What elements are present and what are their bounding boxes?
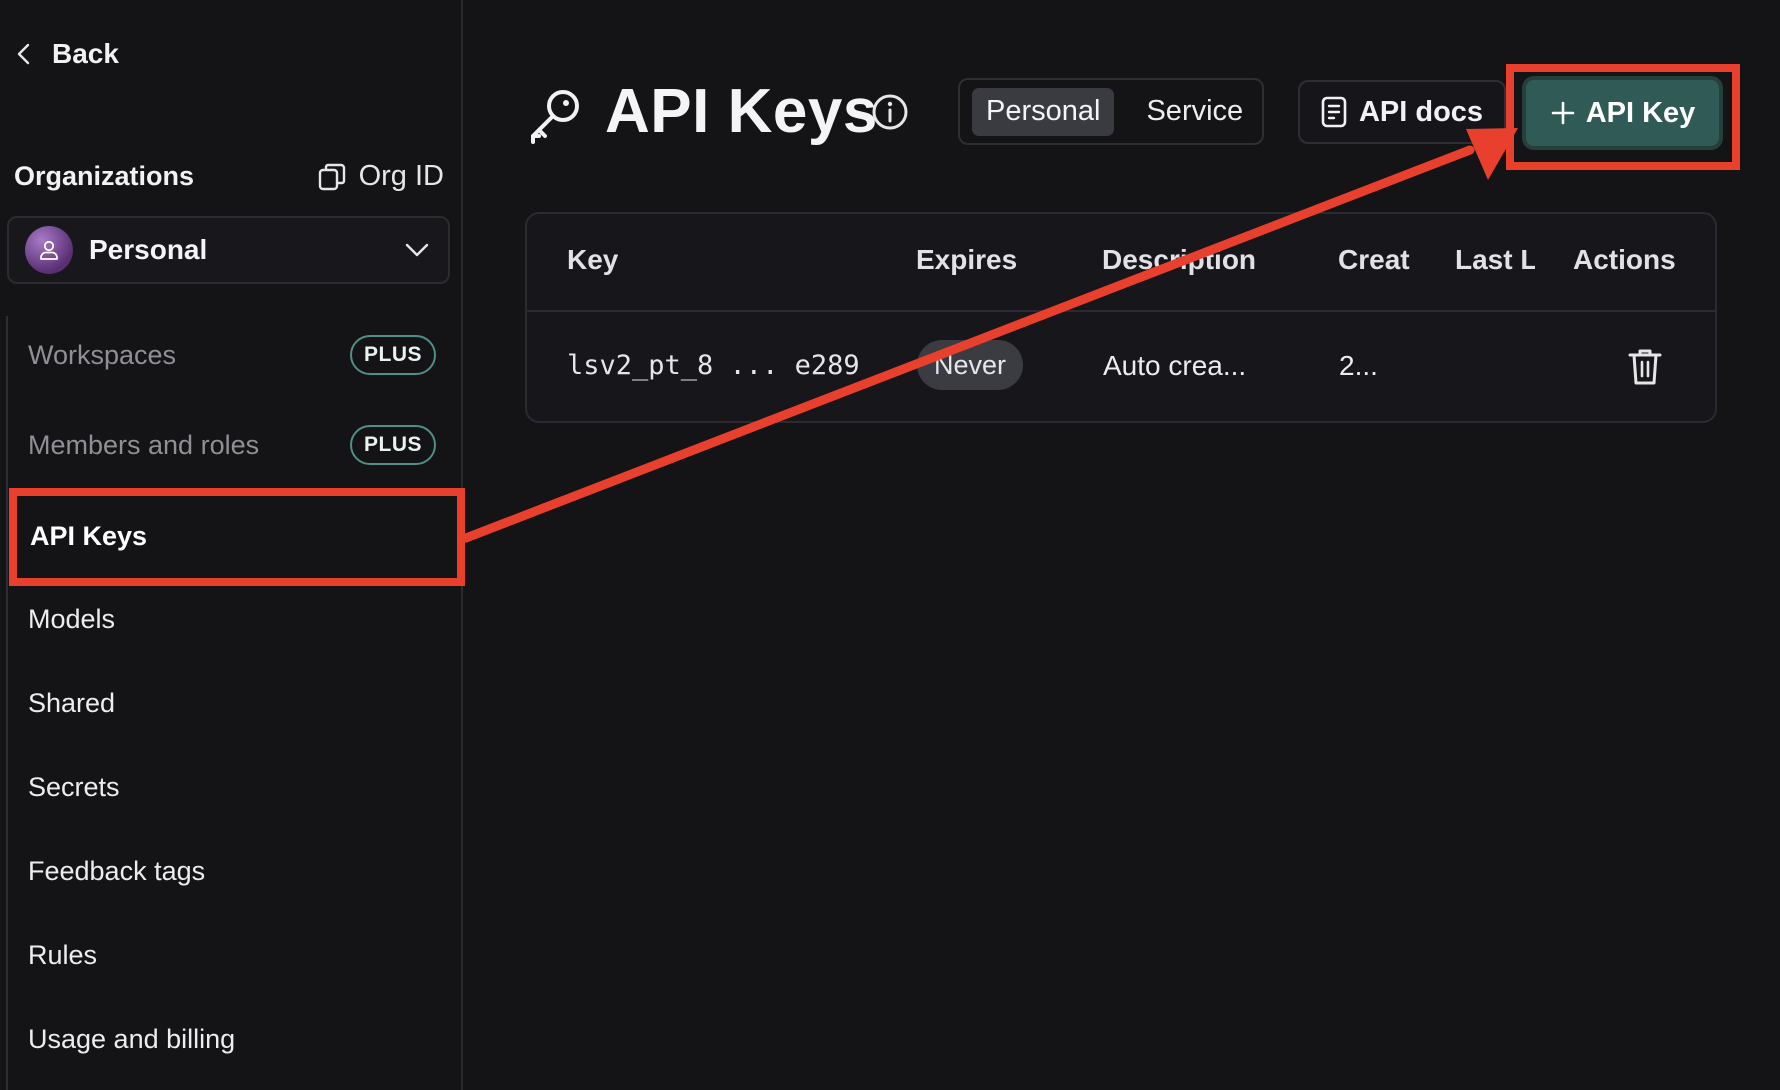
description-cell: Auto crea... bbox=[1103, 350, 1247, 381]
sidebar-item-members-and-roles[interactable]: Members and roles PLUS bbox=[8, 410, 448, 480]
org-id-label: Org ID bbox=[358, 160, 444, 192]
plus-badge: PLUS bbox=[349, 425, 436, 465]
sidebar-item-usage-and-billing[interactable]: Usage and billing bbox=[8, 1004, 448, 1074]
chevron-left-icon bbox=[17, 43, 30, 65]
sidebar-item-label: Shared bbox=[28, 687, 116, 718]
tab-personal[interactable]: Personal bbox=[972, 87, 1115, 136]
table-header: Key Expires Description Creat Last L Act… bbox=[527, 214, 1715, 312]
sidebar-item-rules[interactable]: Rules bbox=[8, 920, 448, 990]
sidebar-item-label: Workspaces bbox=[28, 339, 177, 370]
plus-badge: PLUS bbox=[349, 335, 436, 375]
page-title: API Keys bbox=[605, 77, 878, 146]
api-docs-label: API docs bbox=[1358, 95, 1484, 128]
plus-icon bbox=[1551, 101, 1574, 125]
sidebar-item-api-keys[interactable]: API Keys bbox=[8, 502, 448, 570]
sidebar-item-label: Usage and billing bbox=[28, 1023, 236, 1054]
column-created[interactable]: Creat bbox=[1338, 244, 1418, 276]
organization-select[interactable]: Personal bbox=[7, 216, 450, 284]
expires-badge: Never bbox=[917, 340, 1023, 390]
table-row: lsv2_pt_8 ... e289 Never Auto crea... 2.… bbox=[527, 312, 1715, 421]
sidebar-item-label: Rules bbox=[28, 939, 98, 970]
api-docs-button[interactable]: API docs bbox=[1298, 80, 1506, 144]
api-keys-table: Key Expires Description Creat Last L Act… bbox=[525, 212, 1717, 423]
column-key[interactable]: Key bbox=[567, 244, 618, 276]
document-icon bbox=[1321, 96, 1347, 128]
trash-icon[interactable] bbox=[1628, 348, 1662, 386]
back-button[interactable]: Back bbox=[14, 36, 119, 72]
sidebar-item-label: Models bbox=[28, 603, 116, 634]
sidebar-item-label: Secrets bbox=[28, 771, 120, 802]
sidebar-item-label: Feedback tags bbox=[28, 855, 206, 886]
sidebar-item-label: Members and roles bbox=[28, 429, 260, 460]
api-key-value: lsv2_pt_8 ... e289 bbox=[567, 350, 860, 381]
app-window: Back Organizations Org ID Personal Works… bbox=[0, 0, 1780, 1090]
add-api-key-label: API Key bbox=[1585, 96, 1696, 129]
key-icon bbox=[531, 90, 579, 144]
column-actions: Actions bbox=[1573, 244, 1676, 275]
sidebar-item-shared[interactable]: Shared bbox=[8, 668, 448, 738]
chevron-down-icon bbox=[405, 243, 429, 257]
column-expires[interactable]: Expires bbox=[916, 244, 1017, 276]
column-description[interactable]: Description bbox=[1102, 244, 1256, 276]
sidebar-item-label: API Keys bbox=[30, 520, 148, 551]
created-cell: 2... bbox=[1339, 350, 1378, 381]
info-icon[interactable] bbox=[871, 93, 909, 131]
key-type-tabs: Personal Service bbox=[958, 78, 1264, 145]
tab-service[interactable]: Service bbox=[1132, 88, 1257, 136]
add-api-key-button[interactable]: API Key bbox=[1522, 76, 1723, 150]
avatar bbox=[25, 226, 73, 274]
sidebar-item-secrets[interactable]: Secrets bbox=[8, 752, 448, 822]
column-last-used[interactable]: Last L bbox=[1455, 244, 1535, 276]
sidebar: Back Organizations Org ID Personal Works… bbox=[0, 0, 463, 1090]
copy-icon bbox=[318, 163, 345, 190]
organizations-title: Organizations bbox=[14, 161, 195, 191]
sidebar-item-feedback-tags[interactable]: Feedback tags bbox=[8, 836, 448, 906]
user-icon bbox=[40, 240, 58, 260]
selected-organization: Personal bbox=[89, 234, 208, 265]
organizations-header: Organizations Org ID bbox=[14, 160, 444, 193]
back-label: Back bbox=[52, 38, 119, 69]
copy-org-id-button[interactable]: Org ID bbox=[317, 160, 444, 193]
sidebar-item-workspaces[interactable]: Workspaces PLUS bbox=[8, 320, 448, 390]
sidebar-item-models[interactable]: Models bbox=[8, 584, 448, 654]
